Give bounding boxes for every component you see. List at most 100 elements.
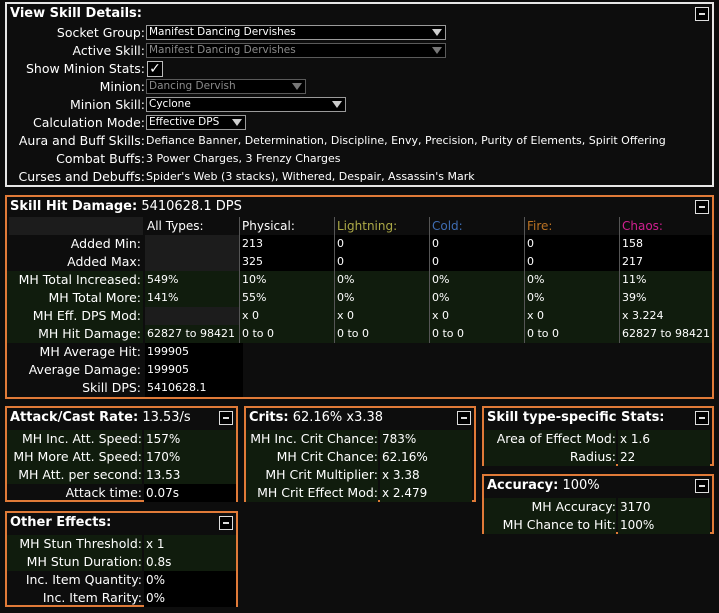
value-cell: 217 — [620, 253, 712, 271]
socket-group-value: Manifest Dancing Dervishes — [149, 26, 296, 38]
stat-value: 13.53 — [144, 466, 236, 484]
collapse-button[interactable] — [457, 411, 471, 425]
stat-row: MH Chance to Hit: 100% — [484, 516, 712, 534]
combat-buffs-label: Combat Buffs: — [56, 151, 145, 166]
curses-row: Curses and Debuffs: Spider's Web (3 stac… — [7, 168, 712, 186]
active-skill-dropdown[interactable]: Manifest Dancing Dervishes — [146, 43, 446, 58]
hit-damage-row: Added Min: 213 0 0 0 158 — [7, 235, 712, 253]
panel-header: Skill Hit Damage: 5410628.1 DPS — [7, 197, 712, 217]
value-cell: 0 — [335, 253, 430, 271]
minion-skill-dropdown[interactable]: Cyclone — [146, 97, 346, 112]
column-separator — [619, 217, 620, 343]
checkmark-icon: ✓ — [149, 61, 161, 77]
active-skill-value: Manifest Dancing Dervishes — [149, 44, 296, 56]
column-header: All Types: — [147, 219, 204, 233]
value-cell: x 0 — [240, 307, 335, 325]
value-cell: 0% — [335, 271, 430, 289]
value-cell: 549% — [145, 271, 240, 289]
header-blank-cell — [9, 217, 143, 235]
value-cell: 5410628.1 — [145, 379, 243, 397]
stat-label: Inc. Item Rarity: — [42, 590, 142, 605]
socket-group-dropdown[interactable]: Manifest Dancing Dervishes — [146, 25, 446, 40]
value-cell: 0% — [525, 289, 620, 307]
show-minion-label: Show Minion Stats: — [25, 61, 145, 76]
value-cell: 0 — [430, 235, 525, 253]
column-separator — [334, 217, 335, 343]
hit-damage-row: MH Average Hit: 199905 — [7, 343, 712, 361]
socket-group-label: Socket Group: — [56, 25, 145, 40]
value-cell: 0% — [430, 289, 525, 307]
row-label: MH Eff. DPS Mod: — [32, 308, 141, 323]
combat-buffs-value: 3 Power Charges, 3 Frenzy Charges — [146, 152, 341, 165]
show-minion-checkbox[interactable]: ✓ — [147, 61, 163, 77]
aura-row: Aura and Buff Skills: Defiance Banner, D… — [7, 132, 712, 150]
column-header: Lightning: — [337, 219, 398, 233]
hit-damage-row: MH Hit Damage: 62827 to 98421 0 to 00 to 0… — [7, 325, 712, 343]
stat-value: 22 — [618, 448, 710, 466]
stat-label: MH Inc. Crit Chance: — [246, 430, 378, 448]
stat-value: 783% — [380, 430, 472, 448]
panel-header: Accuracy: 100% — [484, 476, 712, 496]
attack-rate-rows: MH Inc. Att. Speed: 157% MH More Att. Spee… — [7, 430, 236, 502]
minion-dropdown[interactable]: Dancing Dervish — [146, 79, 306, 94]
stat-label: Area of Effect Mod: — [484, 430, 616, 448]
chevron-down-icon — [432, 47, 442, 54]
stat-value: 0% — [144, 571, 236, 589]
chevron-down-icon — [432, 29, 442, 36]
value-cell: 0% — [430, 271, 525, 289]
chevron-down-icon — [292, 83, 302, 90]
stat-row: Inc. Item Quantity: 0% — [7, 571, 236, 589]
row-label: Added Min: — [70, 236, 141, 251]
panel-title: Skill Hit Damage: — [10, 199, 138, 214]
panel-title-value: 5410628.1 DPS — [141, 199, 242, 214]
minion-skill-row: Minion Skill: Cyclone — [7, 96, 712, 114]
stat-value: x 1.6 — [618, 430, 710, 448]
minion-skill-label: Minion Skill: — [70, 97, 145, 112]
calc-mode-dropdown[interactable]: Effective DPS — [146, 115, 246, 130]
value-cell: 0 — [430, 253, 525, 271]
stat-value: 0% — [144, 589, 236, 607]
stat-label: MH Accuracy: — [484, 498, 616, 516]
panel-header: View Skill Details: — [7, 4, 712, 24]
curses-label: Curses and Debuffs: — [18, 169, 145, 184]
stat-value: x 1 — [144, 535, 236, 553]
collapse-button[interactable] — [219, 516, 233, 530]
value-cell: 199905 — [145, 343, 243, 361]
collapse-button[interactable] — [695, 411, 709, 425]
value-cell: 55% — [240, 289, 335, 307]
socket-group-row: Socket Group: Manifest Dancing Dervishes — [7, 24, 712, 42]
stat-label: MH Crit Multiplier: — [246, 466, 378, 484]
stat-row: MH Stun Duration: 0.8s — [7, 553, 236, 571]
value-cell: x 0 — [430, 307, 525, 325]
stat-row: Attack time: 0.07s — [7, 484, 236, 502]
panel-title-value: 62.16% x3.38 — [292, 410, 384, 425]
value-cell: 213 — [240, 235, 335, 253]
active-skill-label: Active Skill: — [72, 43, 145, 58]
value-cell: x 0 — [525, 307, 620, 325]
column-separator — [429, 217, 430, 343]
chevron-down-icon — [232, 119, 242, 126]
collapse-button[interactable] — [695, 479, 709, 493]
show-minion-row: Show Minion Stats: ✓ — [7, 60, 712, 78]
row-label: MH Total More: — [48, 290, 141, 305]
stat-value: 157% — [144, 430, 236, 448]
skill-hit-damage-panel: Skill Hit Damage: 5410628.1 DPS All Type… — [5, 195, 714, 399]
minion-skill-value: Cyclone — [149, 98, 191, 110]
hit-damage-grid: All Types: Physical: Lightning: Cold: Fire: C… — [7, 217, 712, 397]
collapse-button[interactable] — [695, 7, 709, 21]
value-cell: 62827 to 98421 — [620, 325, 712, 343]
stat-row: Inc. Item Rarity: 0% — [7, 589, 236, 607]
stat-label: Inc. Item Quantity: — [25, 572, 142, 587]
column-header: Chaos: — [622, 219, 663, 233]
stat-label: MH Crit Chance: — [246, 448, 378, 466]
value-cell: 158 — [620, 235, 712, 253]
stat-row: MH Inc. Crit Chance: 783% — [246, 430, 474, 448]
stat-row: MH Crit Chance: 62.16% — [246, 448, 474, 466]
column-header: Cold: — [432, 219, 463, 233]
stat-row: Area of Effect Mod: x 1.6 — [484, 430, 712, 448]
value-cell: 0 — [335, 235, 430, 253]
value-cell: 62827 to 98421 — [145, 325, 240, 343]
value-cell: 11% — [620, 271, 712, 289]
collapse-button[interactable] — [695, 200, 709, 214]
collapse-button[interactable] — [219, 411, 233, 425]
